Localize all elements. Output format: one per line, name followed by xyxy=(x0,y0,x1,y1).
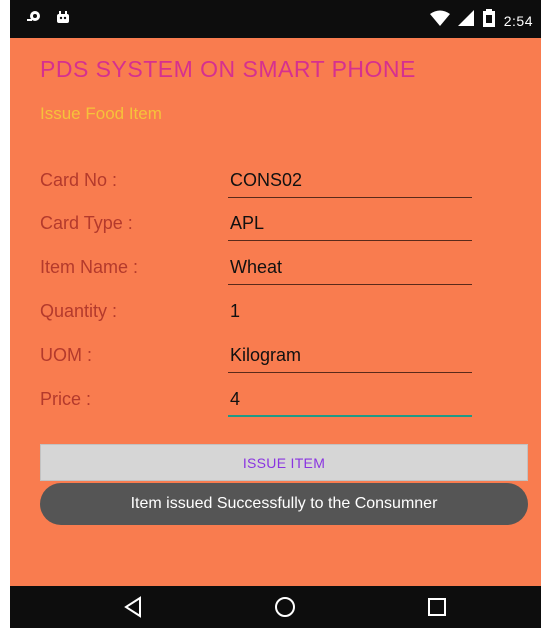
battery-icon xyxy=(482,9,496,32)
card-no-label: Card No : xyxy=(40,170,118,190)
item-name-field[interactable]: Wheat xyxy=(228,257,472,285)
form-row-uom: UOM : Kilogram xyxy=(10,337,541,377)
uom-field[interactable]: Kilogram xyxy=(228,345,472,373)
form-row-price: Price : 4 xyxy=(10,381,541,421)
navigation-bar xyxy=(10,586,541,628)
app-title: PDS SYSTEM ON SMART PHONE xyxy=(40,56,416,82)
status-bar: 2:54 xyxy=(10,0,541,38)
quantity-value: 1 xyxy=(230,301,241,321)
android-notification-icon xyxy=(56,10,70,29)
cell-signal-icon xyxy=(457,10,474,31)
status-clock: 2:54 xyxy=(503,12,533,29)
quantity-label: Quantity : xyxy=(40,301,118,321)
app-notification-icon xyxy=(26,10,42,29)
uom-label: UOM : xyxy=(40,345,92,365)
item-name-label: Item Name : xyxy=(40,257,139,277)
form-row-quantity: Quantity : 1 xyxy=(10,293,541,333)
card-no-field[interactable]: CONS02 xyxy=(228,170,472,198)
form-row-item-name: Item Name : Wheat xyxy=(10,249,541,289)
issue-item-button[interactable]: ISSUE ITEM xyxy=(40,444,528,481)
form-row-card-type: Card Type : APL xyxy=(10,205,541,245)
price-field[interactable]: 4 xyxy=(228,389,472,417)
screen-subtitle: Issue Food Item xyxy=(40,104,162,123)
home-icon[interactable] xyxy=(272,595,298,619)
wifi-icon xyxy=(429,10,450,31)
recents-icon[interactable] xyxy=(424,595,450,619)
toast-message: Item issued Successfully to the Consumne… xyxy=(40,483,528,525)
app-screen: 2:54 PDS SYSTEM ON SMART PHONE Issue Foo… xyxy=(10,0,541,628)
card-type-field[interactable]: APL xyxy=(228,213,472,241)
form-row-card-no: Card No : CONS02 xyxy=(10,162,541,202)
price-label: Price : xyxy=(40,389,92,409)
card-type-label: Card Type : xyxy=(40,213,133,233)
back-icon[interactable] xyxy=(120,595,146,619)
